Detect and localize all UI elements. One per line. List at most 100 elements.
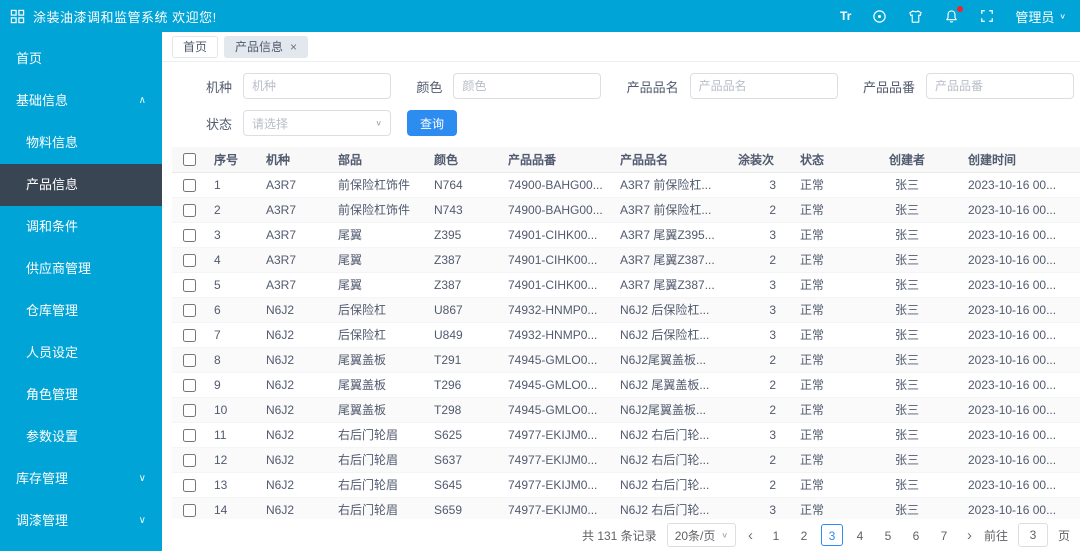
row-checkbox[interactable] xyxy=(182,178,196,192)
refresh-icon[interactable] xyxy=(872,0,887,32)
row-checkbox-cell xyxy=(172,447,206,473)
table-cell: N6J2 右后门轮... xyxy=(612,422,730,448)
sidebar-item-物料信息[interactable]: 物料信息 xyxy=(0,122,162,164)
table-row[interactable]: 10 N6J2 尾翼盖板 T298 74945-GMLO0... N6J2尾翼盖板... 2… xyxy=(172,397,1080,423)
filter-label: 产品品番 xyxy=(862,79,915,95)
page-number-3[interactable]: 3 xyxy=(820,524,843,546)
next-page-button[interactable]: › xyxy=(965,528,974,543)
table-cell: 8 xyxy=(206,347,258,373)
text-size-icon[interactable]: Tr xyxy=(840,0,851,32)
table-cell: A3R7 xyxy=(258,197,330,223)
sidebar-item-产品信息[interactable]: 产品信息 xyxy=(0,164,162,206)
page-number-6[interactable]: 6 xyxy=(905,524,927,546)
row-checkbox[interactable] xyxy=(182,453,196,467)
theme-skin-icon[interactable] xyxy=(908,0,923,32)
row-checkbox[interactable] xyxy=(182,278,196,292)
chevron-down-icon: ∨ xyxy=(138,515,146,526)
filter-input-产品品番[interactable] xyxy=(926,73,1074,99)
filter-input-机种[interactable] xyxy=(243,73,392,99)
table-cell: 2 xyxy=(730,447,792,473)
sidebar-item-供应商管理[interactable]: 供应商管理 xyxy=(0,248,162,290)
table-head-row: 序号 机种 部品 颜色 产品品番 产品品名 涂装次 状态 创建者 创建时间 xyxy=(172,147,1080,173)
table-cell: 右后门轮眉 xyxy=(330,497,426,519)
chevron-up-icon: ∧ xyxy=(138,95,146,106)
table-row[interactable]: 12 N6J2 右后门轮眉 S637 74977-EKIJM0... N6J2 右后门轮.… xyxy=(172,447,1080,473)
filter-input-颜色[interactable] xyxy=(453,73,602,99)
table-row[interactable]: 14 N6J2 右后门轮眉 S659 74977-EKIJM0... N6J2 右后门轮.… xyxy=(172,497,1080,519)
column-header-产品品番: 产品品番 xyxy=(500,147,612,173)
table-row[interactable]: 8 N6J2 尾翼盖板 T291 74945-GMLO0... N6J2尾翼盖板... 2 正… xyxy=(172,347,1080,373)
table-row[interactable]: 3 A3R7 尾翼 Z395 74901-CIHK00... A3R7 尾翼Z395...… xyxy=(172,222,1080,248)
row-checkbox[interactable] xyxy=(182,228,196,242)
fullscreen-icon[interactable] xyxy=(980,0,994,32)
page-number-5[interactable]: 5 xyxy=(877,524,899,546)
page-unit: 页 xyxy=(1057,528,1070,543)
column-header-创建时间: 创建时间 xyxy=(960,147,1080,173)
sidebar-item-label: 供应商管理 xyxy=(26,261,92,276)
tab-产品信息[interactable]: 产品信息 × xyxy=(224,35,309,58)
tab-close-icon[interactable]: × xyxy=(290,41,297,53)
page-number-2[interactable]: 2 xyxy=(793,524,815,546)
chevron-down-icon: ∨ xyxy=(721,530,728,539)
goto-page-input[interactable] xyxy=(1017,523,1048,547)
user-menu[interactable]: 管理员 ∨ xyxy=(1015,0,1066,32)
page-size-select[interactable]: 20条/页 ∨ xyxy=(666,523,736,547)
page-number-1[interactable]: 1 xyxy=(765,524,787,546)
table-row[interactable]: 13 N6J2 右后门轮眉 S645 74977-EKIJM0... N6J2 右后门轮.… xyxy=(172,472,1080,498)
page-number-7[interactable]: 7 xyxy=(933,524,955,546)
row-checkbox[interactable] xyxy=(182,203,196,217)
filter-row-1: 机种 颜色 产品品名 产品品番 xyxy=(206,73,1076,99)
select-all-checkbox[interactable] xyxy=(182,153,196,167)
row-checkbox[interactable] xyxy=(182,403,196,417)
table-cell: 74900-BAHG00... xyxy=(500,172,612,198)
row-checkbox-cell xyxy=(172,297,206,323)
sidebar-item-角色管理[interactable]: 角色管理 xyxy=(0,374,162,416)
page-size-value: 20条/页 xyxy=(674,528,716,543)
table-cell: A3R7 尾翼Z395... xyxy=(612,222,730,248)
table-row[interactable]: 7 N6J2 后保险杠 U849 74932-HNMP0... N6J2 后保险杠... 3… xyxy=(172,322,1080,348)
prev-page-button[interactable]: ‹ xyxy=(746,528,755,543)
table-row[interactable]: 2 A3R7 前保险杠饰件 N743 74900-BAHG00... A3R7 前保险杠.… xyxy=(172,197,1080,223)
table-cell: 张三 xyxy=(854,172,960,198)
sidebar-item-label: 物料信息 xyxy=(26,135,79,150)
row-checkbox[interactable] xyxy=(182,253,196,267)
tab-首页[interactable]: 首页 xyxy=(172,35,219,58)
search-button[interactable]: 查询 xyxy=(407,110,458,136)
sidebar-item-调漆管理[interactable]: 调漆管理 ∨ xyxy=(0,500,162,542)
table-cell: S659 xyxy=(426,497,500,519)
table-row[interactable]: 9 N6J2 尾翼盖板 T296 74945-GMLO0... N6J2 尾翼盖板... 2… xyxy=(172,372,1080,398)
table-row[interactable]: 11 N6J2 右后门轮眉 S625 74977-EKIJM0... N6J2 右后门轮.… xyxy=(172,422,1080,448)
sidebar-item-库存管理[interactable]: 库存管理 ∨ xyxy=(0,458,162,500)
table-cell: 74977-EKIJM0... xyxy=(500,497,612,519)
row-checkbox[interactable] xyxy=(182,428,196,442)
sidebar-item-人员设定[interactable]: 人员设定 xyxy=(0,332,162,374)
sidebar-item-首页[interactable]: 首页 xyxy=(0,38,162,80)
table-cell: 6 xyxy=(206,297,258,323)
table-row[interactable]: 1 A3R7 前保险杠饰件 N764 74900-BAHG00... A3R7 前保险杠.… xyxy=(172,172,1080,198)
row-checkbox[interactable] xyxy=(182,478,196,492)
sidebar-item-调和条件[interactable]: 调和条件 xyxy=(0,206,162,248)
notification-icon[interactable] xyxy=(944,0,964,32)
column-header-涂装次: 涂装次 xyxy=(730,147,792,173)
table-cell: 2 xyxy=(206,197,258,223)
row-checkbox[interactable] xyxy=(182,503,196,517)
table-cell: 74901-CIHK00... xyxy=(500,272,612,298)
page-number-4[interactable]: 4 xyxy=(849,524,871,546)
row-checkbox[interactable] xyxy=(182,378,196,392)
filter-input-产品品名[interactable] xyxy=(689,73,838,99)
table-row[interactable]: 5 A3R7 尾翼 Z387 74901-CIHK00... A3R7 尾翼Z387...… xyxy=(172,272,1080,298)
table-body: 1 A3R7 前保险杠饰件 N764 74900-BAHG00... A3R7 前保险杠.… xyxy=(172,172,1080,519)
row-checkbox[interactable] xyxy=(182,353,196,367)
sidebar-item-仓库管理[interactable]: 仓库管理 xyxy=(0,290,162,332)
row-checkbox[interactable] xyxy=(182,303,196,317)
table-cell: 尾翼盖板 xyxy=(330,372,426,398)
row-checkbox[interactable] xyxy=(182,328,196,342)
sidebar-item-参数设置[interactable]: 参数设置 xyxy=(0,416,162,458)
sidebar-item-基础信息[interactable]: 基础信息 ∧ xyxy=(0,80,162,122)
filter-select-状态[interactable]: 请选择 ∨ xyxy=(243,110,392,136)
table-cell: 3 xyxy=(730,422,792,448)
table-row[interactable]: 6 N6J2 后保险杠 U867 74932-HNMP0... N6J2 后保险杠... 3… xyxy=(172,297,1080,323)
table-row[interactable]: 4 A3R7 尾翼 Z387 74901-CIHK00... A3R7 尾翼Z387...… xyxy=(172,247,1080,273)
table-cell: 12 xyxy=(206,447,258,473)
table-cell: Z387 xyxy=(426,247,500,273)
